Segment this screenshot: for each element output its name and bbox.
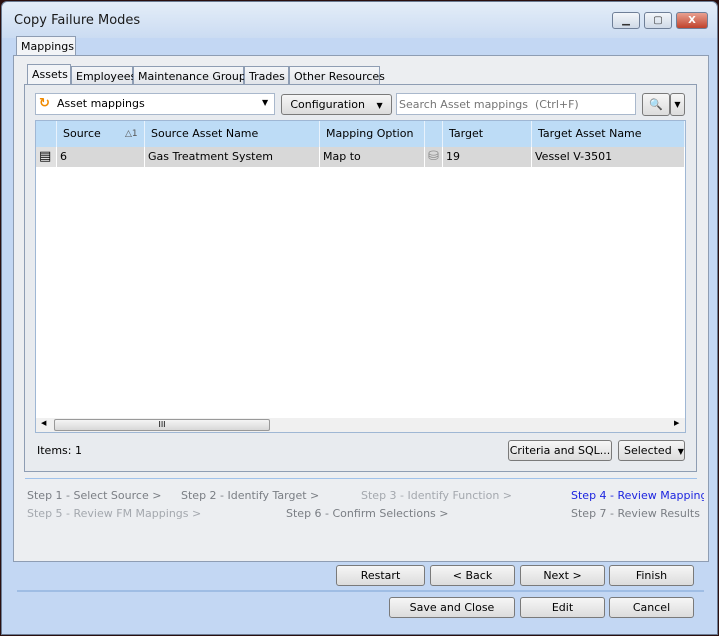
- divider: [25, 478, 697, 479]
- next-button[interactable]: Next >: [520, 565, 605, 586]
- cell-source: 6: [57, 147, 145, 167]
- scroll-left-icon[interactable]: ◀: [41, 419, 46, 427]
- scroll-thumb[interactable]: III: [54, 419, 270, 431]
- tab-employees[interactable]: Employees: [71, 66, 136, 86]
- configuration-button[interactable]: Configuration ▼: [281, 94, 392, 115]
- view-select[interactable]: ↻ Asset mappings ▼: [35, 93, 275, 115]
- cell-source-name: Gas Treatment System: [145, 147, 320, 167]
- tab-maintenance-groups[interactable]: Maintenance Groups: [133, 66, 252, 86]
- edit-button[interactable]: Edit: [520, 597, 605, 618]
- items-count: Items: 1: [37, 444, 82, 457]
- horizontal-scrollbar[interactable]: ◀ III ▶: [36, 418, 685, 432]
- table-row[interactable]: ▤ 6 Gas Treatment System Map to ⛁ 19 Ves…: [36, 147, 685, 167]
- column-mapping-option[interactable]: Mapping Option: [320, 121, 425, 147]
- step-5[interactable]: Step 5 - Review FM Mappings >: [27, 507, 201, 520]
- restart-button[interactable]: Restart: [336, 565, 425, 586]
- divider: [17, 590, 704, 592]
- column-icon[interactable]: [425, 121, 443, 147]
- cell-target-name: Vessel V-3501: [532, 147, 685, 167]
- back-button[interactable]: < Back: [430, 565, 515, 586]
- selected-dropdown[interactable]: Selected ▼: [618, 440, 685, 461]
- scroll-right-icon[interactable]: ▶: [674, 419, 679, 427]
- tab-assets[interactable]: Assets: [27, 64, 71, 86]
- save-and-close-button[interactable]: Save and Close: [389, 597, 515, 618]
- configuration-label: Configuration: [290, 98, 365, 111]
- finish-button[interactable]: Finish: [609, 565, 694, 586]
- minimize-button[interactable]: ▁: [612, 12, 640, 29]
- search-options-button[interactable]: ▼: [670, 93, 685, 116]
- view-select-value: Asset mappings: [57, 97, 145, 110]
- sort-ascending-icon: △1: [125, 129, 138, 139]
- close-button[interactable]: X: [676, 12, 708, 29]
- column-source[interactable]: Source △1: [57, 121, 145, 147]
- step-2[interactable]: Step 2 - Identify Target >: [181, 489, 319, 502]
- search-input[interactable]: [396, 93, 636, 115]
- step-3[interactable]: Step 3 - Identify Function >: [361, 489, 512, 502]
- selected-label: Selected: [624, 444, 672, 457]
- column-target-asset-name[interactable]: Target Asset Name: [532, 121, 685, 147]
- chevron-down-icon: ▼: [677, 447, 684, 456]
- cancel-button[interactable]: Cancel: [609, 597, 694, 618]
- window-title: Copy Failure Modes: [14, 13, 141, 28]
- tab-trades[interactable]: Trades: [244, 66, 289, 86]
- maximize-button[interactable]: ▢: [644, 12, 672, 29]
- asset-icon: ▤: [36, 147, 57, 167]
- chevron-down-icon: ▼: [262, 98, 269, 107]
- row-header-column: [36, 121, 57, 147]
- cell-mapping-option: Map to: [320, 147, 425, 167]
- step-7[interactable]: Step 7 - Review Results: [571, 507, 700, 520]
- title-bar: Copy Failure Modes ▁ ▢ X: [2, 2, 717, 38]
- search-icon: 🔍: [649, 98, 663, 111]
- column-target[interactable]: Target: [443, 121, 532, 147]
- step-1[interactable]: Step 1 - Select Source >: [27, 489, 161, 502]
- criteria-sql-button[interactable]: Criteria and SQL...: [508, 440, 612, 461]
- step-6[interactable]: Step 6 - Confirm Selections >: [286, 507, 449, 520]
- chevron-down-icon: ▼: [674, 100, 681, 109]
- chevron-down-icon: ▼: [376, 101, 383, 110]
- search-button[interactable]: 🔍: [642, 93, 670, 116]
- mapping-icon: ↻: [39, 96, 50, 111]
- step-4[interactable]: Step 4 - Review Mappings >: [571, 489, 704, 502]
- asset-mappings-grid: Source △1 Source Asset Name Mapping Optio…: [35, 120, 686, 433]
- column-source-asset-name[interactable]: Source Asset Name: [145, 121, 320, 147]
- cell-target: 19: [443, 147, 532, 167]
- database-icon: ⛁: [425, 147, 443, 167]
- tab-other-resources[interactable]: Other Resources: [289, 66, 385, 86]
